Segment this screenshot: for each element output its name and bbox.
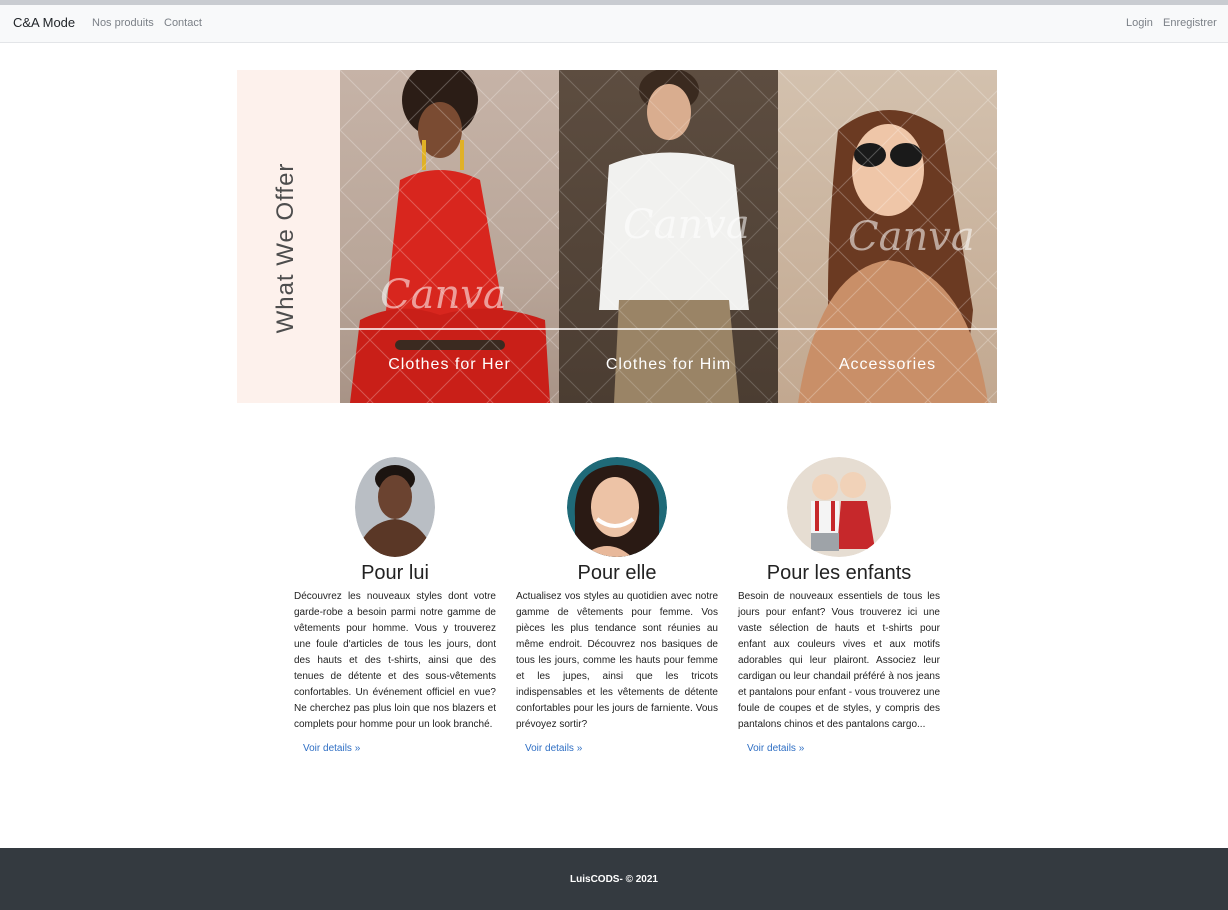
watermark-text: Canva <box>380 272 507 318</box>
section-heading: Pour lui <box>361 562 429 584</box>
brand-link[interactable]: C&A Mode <box>13 15 75 30</box>
footer: LuisCODS- © 2021 <box>0 848 1228 910</box>
banner-label-her: Clothes for Her <box>388 356 511 373</box>
footer-copyright: LuisCODS- © 2021 <box>570 874 658 885</box>
avatar-kids-image <box>787 457 891 557</box>
nav-link-contact[interactable]: Contact <box>164 17 202 29</box>
avatar-men-image <box>355 457 435 557</box>
banner-label-accessories: Accessories <box>838 356 937 373</box>
section-heading: Pour les enfants <box>766 562 912 584</box>
nav-link-products[interactable]: Nos produits <box>92 17 154 29</box>
voir-details-link[interactable]: Voir details » <box>747 743 804 754</box>
section-text: Actualisez vos styles au quotidien avec … <box>516 591 718 730</box>
section-pour-elle: Pour elle Actualisez vos styles au quoti… <box>516 457 718 756</box>
voir-details-link[interactable]: Voir details » <box>303 743 360 754</box>
section-heading: Pour elle <box>577 562 657 584</box>
section-text: Découvrez les nouveaux styles dont votre… <box>294 591 496 730</box>
banner-label-him: Clothes for Him <box>605 356 732 373</box>
banner-divider-line <box>340 328 997 330</box>
banner-panel-her-image: Canva <box>340 70 559 403</box>
nav-link-register[interactable]: Enregistrer <box>1163 17 1217 29</box>
banner-title: What We Offer <box>272 162 299 334</box>
watermark-text: Canva <box>848 214 975 260</box>
section-pour-lui: Pour lui Découvrez les nouveaux styles d… <box>294 457 496 756</box>
avatar-women-image <box>567 457 667 557</box>
section-pour-les-enfants: Pour les enfants Besoin de nouveaux esse… <box>738 457 940 756</box>
banner-panel-him-image: Canva <box>559 70 778 403</box>
navbar: C&A Mode Nos produits Contact Login Enre… <box>0 5 1228 43</box>
watermark-text: Canva <box>623 202 750 248</box>
nav-link-login[interactable]: Login <box>1126 17 1153 29</box>
voir-details-link[interactable]: Voir details » <box>525 743 582 754</box>
section-text: Besoin de nouveaux essentiels de tous le… <box>738 591 940 730</box>
banner-panel-accessories-image: Canva <box>778 70 997 403</box>
hero-banner: What We Offer Canva Canva Canva Clothes … <box>237 70 997 403</box>
